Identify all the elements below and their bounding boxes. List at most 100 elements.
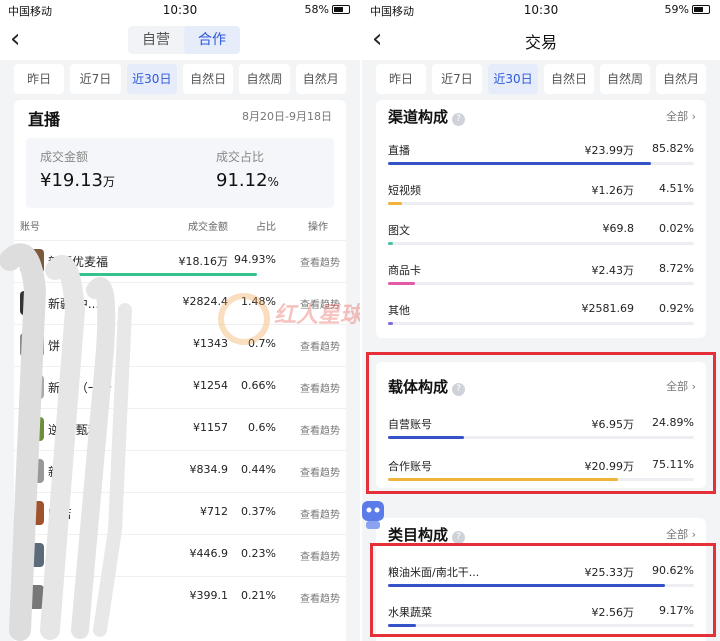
share-unit: % xyxy=(267,175,279,189)
tab-natural-month[interactable]: 自然月 xyxy=(295,64,346,94)
view-trend-link[interactable]: 查看趋势 xyxy=(300,254,340,269)
account-name: 新疆 中... xyxy=(48,297,100,311)
view-trend-link[interactable]: 查看趋势 xyxy=(300,590,340,605)
account-name: K 店 xyxy=(48,507,72,521)
item-amount: ¥2.43万 xyxy=(591,264,635,277)
gmv-label: 成交金额 xyxy=(40,150,89,164)
back-arrow-icon[interactable]: ‹ xyxy=(10,26,20,52)
assistant-robot-icon[interactable] xyxy=(362,497,386,531)
table-row: 新疆 （一个 ¥1254 0.66% 查看趋势 xyxy=(14,366,346,406)
nav-bar: ‹ 交易 xyxy=(362,20,720,60)
help-icon[interactable]: ? xyxy=(452,113,466,126)
battery-indicator: 58% xyxy=(305,3,350,16)
account-share: 0.23% xyxy=(241,547,276,560)
tab-natural-month[interactable]: 自然月 xyxy=(656,64,706,94)
tab-natural-week[interactable]: 自然周 xyxy=(239,64,290,94)
date-tabs: 昨日 近7日 近30日 自然日 自然周 自然月 xyxy=(14,64,346,94)
progress-fill xyxy=(388,322,393,325)
share-label: 成交占比 xyxy=(216,150,265,164)
view-trend-link[interactable]: 查看趋势 xyxy=(300,464,340,479)
table-header: 账号 成交金额 占比 操作 xyxy=(14,218,346,238)
seg-self-operated[interactable]: 自营 xyxy=(128,26,184,54)
tab-natural-day[interactable]: 自然日 xyxy=(544,64,594,94)
channel-title: 渠道构成? xyxy=(388,106,466,127)
table-row: 在 ¥446.9 0.23% 查看趋势 xyxy=(14,534,346,574)
category-all-link[interactable]: 全部 › xyxy=(666,526,696,542)
share-bar xyxy=(48,273,257,276)
tab-7days[interactable]: 近7日 xyxy=(432,64,482,94)
progress-fill xyxy=(388,202,402,205)
item-percent: 8.72% xyxy=(659,262,694,275)
right-screen: 中国移动 10:30 59% ‹ 交易 昨日 近7日 近30日 自然日 自然周 … xyxy=(360,0,720,641)
battery-icon xyxy=(692,5,710,14)
battery-icon xyxy=(332,5,350,14)
watermark-logo: 红人星球 xyxy=(218,285,360,355)
progress-track xyxy=(388,202,694,205)
account-amount: ¥712 xyxy=(200,505,228,518)
tab-7days[interactable]: 近7日 xyxy=(70,64,121,94)
share-number: 91.12 xyxy=(216,170,268,191)
col-amount: 成交金额 xyxy=(188,222,228,233)
summary-panel: 成交金额 ¥19.13万 成交占比 91.12% xyxy=(26,138,334,208)
gmv-number: ¥19.13 xyxy=(40,170,103,191)
seg-cooperation[interactable]: 合作 xyxy=(184,26,240,54)
tab-30days[interactable]: 近30日 xyxy=(126,64,177,94)
account-name: 饼 xyxy=(48,339,61,353)
battery-indicator: 59% xyxy=(665,3,710,16)
highlight-box-carrier xyxy=(366,352,716,494)
account-share: 94.93% xyxy=(234,253,276,266)
composition-row: 图文 ¥69.8 0.02% xyxy=(388,216,694,254)
channel-card: 渠道构成? 全部 › 直播 ¥23.99万 85.82% 短视频 ¥1.26万 4.51%… xyxy=(376,100,706,338)
tab-yesterday[interactable]: 昨日 xyxy=(14,64,65,94)
table-row: 逆 （甄和 ¥1157 0.6% 查看趋势 xyxy=(14,408,346,448)
avatar xyxy=(20,543,44,567)
tab-natural-week[interactable]: 自然周 xyxy=(600,64,650,94)
avatar xyxy=(20,417,44,441)
share-value: 91.12% xyxy=(216,170,279,191)
item-percent: 0.02% xyxy=(659,222,694,235)
item-name: 商品卡 xyxy=(388,264,421,277)
account-share: 0.37% xyxy=(241,505,276,518)
account-amount: ¥834.9 xyxy=(189,463,229,476)
item-percent: 85.82% xyxy=(652,142,694,155)
progress-fill xyxy=(388,242,393,245)
view-trend-link[interactable]: 查看趋势 xyxy=(300,548,340,563)
watermark-text: 红人星球 xyxy=(272,303,360,328)
account-share: 0.66% xyxy=(241,379,276,392)
view-trend-link[interactable]: 查看趋势 xyxy=(300,380,340,395)
account-amount: ¥399.1 xyxy=(189,589,229,602)
avatar xyxy=(20,291,44,315)
battery-percent: 59% xyxy=(664,3,689,16)
account-name: 新疆优麦福 xyxy=(48,255,109,269)
view-trend-link[interactable]: 查看趋势 xyxy=(300,506,340,521)
table-row: 新疆优麦福 ¥18.16万 94.93% 查看趋势 xyxy=(14,240,346,280)
composition-row: 短视频 ¥1.26万 4.51% xyxy=(388,176,694,214)
account-share: 0.44% xyxy=(241,463,276,476)
watermark-ring xyxy=(218,293,270,345)
item-name: 图文 xyxy=(388,224,410,237)
view-trend-link[interactable]: 查看趋势 xyxy=(300,422,340,437)
gmv-value: ¥19.13万 xyxy=(40,170,115,191)
account-name: 新疆 xyxy=(48,465,73,479)
avatar xyxy=(20,501,44,525)
avatar xyxy=(20,333,44,357)
date-range: 8月20日-9月18日 xyxy=(242,110,332,123)
composition-row: 商品卡 ¥2.43万 8.72% xyxy=(388,256,694,294)
nav-bar: ‹ 自营 合作 xyxy=(0,20,360,60)
section-title: 直播 xyxy=(28,110,61,129)
progress-track xyxy=(388,162,694,165)
table-row: K 店 ¥712 0.37% 查看趋势 xyxy=(14,492,346,532)
item-name: 短视频 xyxy=(388,184,421,197)
gmv-unit: 万 xyxy=(102,175,115,189)
item-amount: ¥1.26万 xyxy=(591,184,635,197)
tab-natural-day[interactable]: 自然日 xyxy=(182,64,234,94)
tab-yesterday[interactable]: 昨日 xyxy=(376,64,426,94)
tab-30days[interactable]: 近30日 xyxy=(488,64,538,94)
col-account: 账号 xyxy=(20,222,40,233)
avatar xyxy=(20,585,44,609)
account-share: 0.6% xyxy=(248,421,276,434)
channel-all-link[interactable]: 全部 › xyxy=(666,108,696,124)
progress-track xyxy=(388,282,694,285)
item-amount: ¥2581.69 xyxy=(581,302,635,315)
left-screen: 中国移动 10:30 58% ‹ 自营 合作 昨日 近7日 近30日 自然日 自… xyxy=(0,0,360,641)
